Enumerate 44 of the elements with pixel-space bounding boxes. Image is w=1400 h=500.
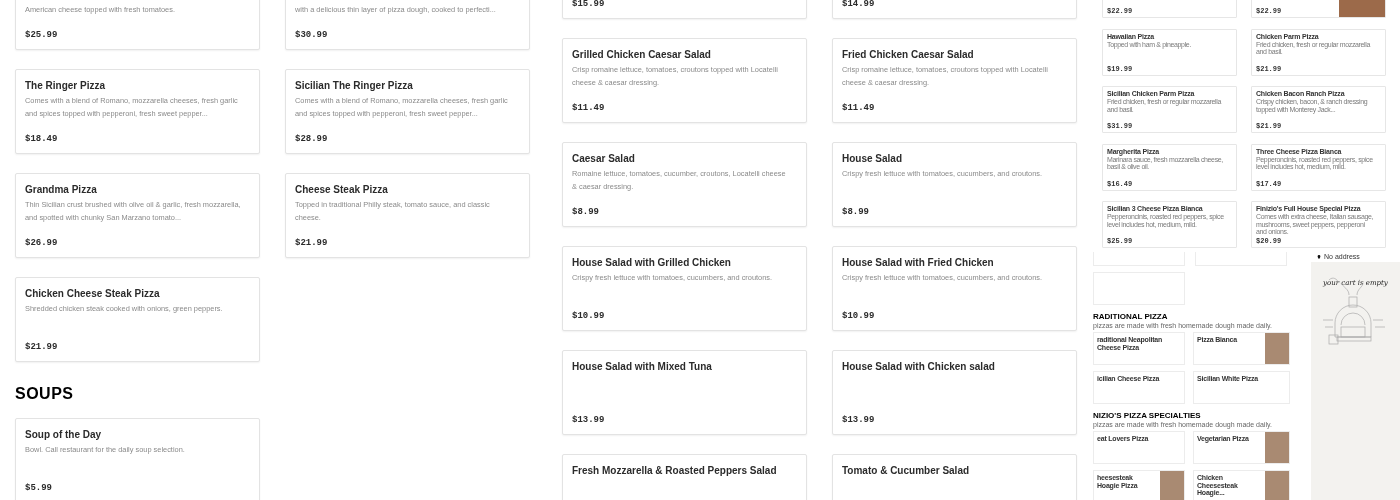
item-name: Cheese Steak Pizza	[295, 183, 389, 197]
item-price: $11.49	[842, 102, 876, 114]
section-heading: RADITIONAL PIZZA	[1093, 312, 1169, 322]
item-name: Sicilian The Ringer Pizza	[295, 79, 414, 93]
item-name: Tomato & Cucumber Salad	[842, 464, 971, 478]
item-name: Soup of the Day	[25, 428, 103, 442]
item-name: House Salad with Fried Chicken	[842, 256, 995, 270]
item-price: $28.99	[295, 133, 329, 145]
item-price: $13.99	[572, 414, 606, 426]
location-pin-icon	[1317, 255, 1321, 259]
item-price: $21.99	[25, 341, 59, 353]
item-price: $15.99	[572, 0, 606, 10]
item-name: Grandma Pizza	[25, 183, 98, 197]
item-name: Fresh Mozzarella & Roasted Peppers Salad	[572, 464, 778, 478]
item-price: $14.99	[842, 0, 876, 10]
item-name: House Salad with Mixed Tuna	[572, 360, 713, 374]
item-price: $5.99	[25, 482, 53, 494]
item-name: House Salad with Chicken salad	[842, 360, 996, 374]
item-price: $8.99	[572, 206, 600, 218]
item-price: $25.99	[25, 29, 59, 41]
item-price: $10.99	[842, 310, 876, 322]
item-price: $8.99	[842, 206, 870, 218]
section-heading: SOUPS	[15, 384, 75, 404]
item-name: The Ringer Pizza	[25, 79, 106, 93]
item-name: Fried Chicken Caesar Salad	[842, 48, 975, 62]
menu-item-card[interactable]: House Salad with Mixed Tuna $13.99	[562, 350, 807, 435]
item-name: Caesar Salad	[572, 152, 636, 166]
menu-item-card[interactable]: Fresh Mozzarella & Roasted Peppers Salad	[562, 454, 807, 500]
menu-item-card[interactable]: House Salad with Chicken salad $13.99	[832, 350, 1077, 435]
item-price: $21.99	[295, 237, 329, 249]
menu-item-card[interactable]: $15.99	[562, 0, 807, 19]
item-price: $30.99	[295, 29, 329, 41]
item-price: $13.99	[842, 414, 876, 426]
item-price: $11.49	[572, 102, 606, 114]
menu-item-card[interactable]: Tomato & Cucumber Salad	[832, 454, 1077, 500]
item-name: Grilled Chicken Caesar Salad	[572, 48, 712, 62]
item-name: Chicken Cheese Steak Pizza	[25, 287, 161, 301]
section-heading: NIZIO'S PIZZA SPECIALTIES	[1093, 411, 1202, 421]
menu-item-card[interactable]: $14.99	[832, 0, 1077, 19]
item-price: $10.99	[572, 310, 606, 322]
item-price: $18.49	[25, 133, 59, 145]
item-name: House Salad	[842, 152, 904, 166]
item-name: House Salad with Grilled Chicken	[572, 256, 732, 270]
item-price: $26.99	[25, 237, 59, 249]
